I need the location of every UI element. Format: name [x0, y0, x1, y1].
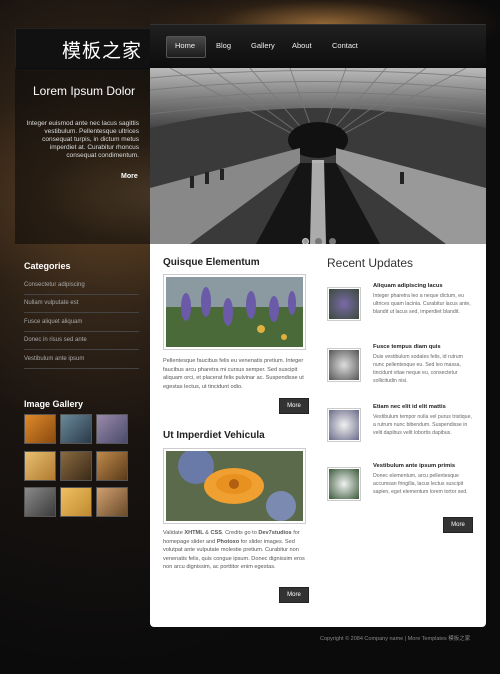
gallery-title: Image Gallery — [24, 399, 84, 409]
gallery-thumb[interactable] — [24, 451, 56, 481]
category-item[interactable]: Nullam vulputate est — [24, 300, 139, 313]
update-thumb[interactable] — [327, 467, 361, 501]
gallery-thumb[interactable] — [96, 451, 128, 481]
hero-slider-image — [150, 68, 486, 244]
dev7studios-link[interactable]: Dev7studios — [258, 530, 291, 536]
gallery-thumb[interactable] — [24, 487, 56, 517]
post-text: Validate XHTML & CSS. Credits go to Dev7… — [163, 530, 305, 570]
update-item: Etiam nec elit id elit mattis Vestibulum… — [327, 404, 472, 454]
intro-title: Lorem Ipsum Dolor — [33, 84, 136, 98]
categories-title: Categories — [24, 261, 71, 271]
update-item: Fusce tempus diam quis Duis vestibulum s… — [327, 344, 472, 394]
gallery-thumb[interactable] — [24, 414, 56, 444]
update-thumb[interactable] — [327, 348, 361, 382]
category-item[interactable]: Consectetur adipiscing — [24, 282, 139, 295]
gallery-thumb[interactable] — [96, 487, 128, 517]
nav-contact[interactable]: Contact — [332, 41, 358, 50]
updates-more-button[interactable]: More — [443, 517, 473, 533]
intro-more-link[interactable]: More — [121, 173, 138, 180]
nav-gallery[interactable]: Gallery — [251, 41, 275, 50]
update-text: Donec elementum, arcu pellentesque accum… — [373, 473, 468, 495]
post-text: Pellentesque faucibus felis eu venenatis… — [163, 358, 304, 390]
gallery-thumb[interactable] — [60, 451, 92, 481]
update-title[interactable]: Fusce tempus diam quis — [373, 344, 441, 350]
update-thumb[interactable] — [327, 408, 361, 442]
update-title[interactable]: Aliquam adipiscing lacus — [373, 283, 443, 289]
intro-panel: Lorem Ipsum Dolor Integer euismod ante n… — [15, 68, 150, 244]
update-item: Aliquam adipiscing lacus Integer pharetr… — [327, 283, 472, 333]
update-item: Vestibulum ante ipsum primis Donec eleme… — [327, 463, 472, 513]
nav-about[interactable]: About — [292, 41, 312, 50]
gallery-thumb[interactable] — [60, 414, 92, 444]
sidebar: Categories Consectetur adipiscing Nullam… — [15, 244, 150, 574]
post-image — [163, 448, 306, 524]
update-title[interactable]: Etiam nec elit id elit mattis — [373, 404, 446, 410]
update-text: Vestibulum tempor nulla vel purus tristi… — [373, 414, 472, 436]
main-content: Quisque Elementum Pellentesque faucibus … — [150, 244, 486, 627]
update-thumb[interactable] — [327, 287, 361, 321]
photoxo-link[interactable]: Photoxo — [217, 539, 239, 545]
gallery-thumb[interactable] — [96, 414, 128, 444]
xhtml-link[interactable]: XHTML — [184, 530, 203, 536]
css-link[interactable]: CSS — [210, 530, 222, 536]
nav-blog[interactable]: Blog — [216, 41, 231, 50]
post-image — [163, 274, 306, 350]
category-item[interactable]: Fusce aliquet aliquam — [24, 319, 139, 332]
category-item[interactable]: Vestibulum ante ipsum — [24, 356, 139, 369]
site-logo[interactable]: 模板之家 — [62, 36, 142, 63]
intro-text: Integer euismod ante nec lacus sagittis … — [26, 120, 139, 159]
post-title[interactable]: Quisque Elementum — [163, 257, 260, 268]
main-nav: Home Blog Gallery About Contact — [150, 24, 486, 69]
recent-updates-title: Recent Updates — [327, 256, 414, 270]
post-title[interactable]: Ut Imperdiet Vehicula — [163, 430, 265, 441]
category-item[interactable]: Donec in risus sed ante — [24, 337, 139, 350]
post-more-button[interactable]: More — [279, 587, 309, 603]
nav-home[interactable]: Home — [175, 41, 195, 50]
gallery-thumb[interactable] — [60, 487, 92, 517]
update-title[interactable]: Vestibulum ante ipsum primis — [373, 463, 455, 469]
update-text: Integer pharetra leo a neque dictum, eu … — [373, 293, 471, 315]
update-text: Duis vestibulum sodales felis, id rutrum… — [373, 354, 463, 384]
post-more-button[interactable]: More — [279, 398, 309, 414]
footer-copyright: Copyright © 2084 Company name | More Tem… — [320, 636, 471, 642]
